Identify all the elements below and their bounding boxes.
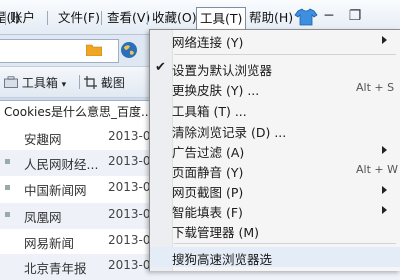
menu-file[interactable]: 文件(F) [58, 9, 100, 27]
check-icon: ✔ [155, 60, 166, 75]
toolbox-label: 工具箱 [21, 76, 58, 90]
menu-item-network[interactable]: 网络连接 (Y) [150, 30, 400, 50]
list-item-site[interactable]: 中国新闻网 [24, 180, 87, 199]
menu-divider [101, 11, 102, 25]
list-item[interactable]: 安趣网 2013-03 [0, 125, 160, 151]
submenu-arrow-icon [382, 36, 387, 44]
menu-item-label: 搜狗高速浏览器选 [172, 252, 273, 267]
toolbar-divider [79, 75, 80, 89]
menu-account[interactable]: 账户 [10, 9, 35, 27]
list-item[interactable]: 中国新闻网 2013-03 [0, 176, 160, 202]
screenshot-label: 截图 [100, 76, 125, 90]
screenshot-icon [84, 76, 97, 89]
menu-item-label: 页面静音 (Y) [172, 165, 244, 180]
folder-icon[interactable] [86, 44, 102, 56]
menu-item-clear-history[interactable]: 清除浏览记录 (D) ... [150, 120, 400, 140]
minimize-icon[interactable]: ─ [318, 6, 340, 26]
screenshot-button[interactable]: 截图 [84, 74, 125, 92]
list-item-site[interactable]: 网易新闻 [24, 233, 74, 252]
menu-item-label: 网络连接 (Y) [172, 35, 244, 50]
menu-item-label: 设置为默认浏览器 [172, 63, 273, 78]
bullet-icon [5, 185, 10, 190]
list-item[interactable]: 网易新闻 2013-03 [0, 229, 160, 255]
list-item[interactable]: 人民网财经... 2013-03 [0, 150, 160, 176]
menu-separator [174, 54, 396, 55]
shirt-icon[interactable] [294, 7, 318, 27]
menu-item-ad-filter[interactable]: 广告过滤 (A) [150, 140, 400, 160]
menu-item-change-skin[interactable]: 更换皮肤 (Y) ... Alt + S [150, 78, 400, 98]
submenu-arrow-icon [382, 186, 387, 194]
list-item-site[interactable]: 人民网财经... [24, 154, 98, 173]
menu-item-autofill[interactable]: 智能填表 (F) [150, 200, 400, 220]
bullet-icon [5, 212, 10, 217]
menu-item-label: 智能填表 (F) [172, 205, 243, 220]
menu-item-download-manager[interactable]: 下载管理器 (M) [150, 220, 400, 240]
restore-icon[interactable]: ❐ [344, 6, 366, 26]
menu-item-mute-page[interactable]: 页面静音 (Y) Alt + W [150, 160, 400, 180]
tools-menu: 网络连接 (Y) ✔ 设置为默认浏览器 更换皮肤 (Y) ... Alt + S… [149, 29, 400, 271]
menu-item-label: 网页截图 (P) [172, 185, 244, 200]
menu-item-label: 下载管理器 (M) [172, 225, 260, 240]
list-item-site[interactable]: 安趣网 [24, 129, 62, 148]
menu-view[interactable]: 查看(V) [107, 9, 150, 27]
menu-item-default-browser[interactable]: ✔ 设置为默认浏览器 [150, 58, 400, 78]
menu-item-label: 工具箱 (T) ... [172, 104, 247, 119]
close-icon[interactable] [372, 6, 394, 26]
menu-divider [147, 11, 148, 25]
toolbox-button[interactable]: 工具箱 ▾ [4, 74, 66, 92]
list-item[interactable]: 北京青年报 2013-0 [0, 254, 160, 280]
menu-item-shortcut: Alt + S [356, 81, 395, 94]
dropdown-arrow-icon: ▾ [61, 80, 67, 90]
menu-favorites[interactable]: 收藏(O) [152, 9, 197, 27]
menu-item-label: 更换皮肤 (Y) ... [172, 83, 260, 98]
menu-tools[interactable]: 工具(T) [196, 7, 247, 30]
list-item-site[interactable]: 北京青年报 [24, 258, 87, 277]
toolbox-icon [4, 76, 18, 88]
menu-item-label: 清除浏览记录 (D) ... [172, 125, 287, 140]
menu-divider [5, 11, 6, 25]
submenu-arrow-icon [382, 146, 387, 154]
menu-item-label: 广告过滤 (A) [172, 145, 245, 160]
list-item[interactable]: 凤凰网 2013-02 [0, 203, 160, 229]
menu-item-shortcut: Alt + W [356, 163, 398, 176]
menu-item-browser-options[interactable]: 搜狗高速浏览器选 [150, 247, 400, 267]
bullet-icon [5, 159, 10, 164]
menu-item-toolbox[interactable]: 工具箱 (T) ... [150, 99, 400, 119]
menu-separator [174, 243, 396, 244]
list-item-site[interactable]: 凤凰网 [24, 207, 62, 226]
globe-icon[interactable] [120, 41, 138, 59]
menu-item-screenshot[interactable]: 网页截图 (P) [150, 180, 400, 200]
menu-divider [47, 11, 48, 25]
menu-help[interactable]: 帮助(H) [249, 9, 293, 27]
submenu-arrow-icon [382, 206, 387, 214]
